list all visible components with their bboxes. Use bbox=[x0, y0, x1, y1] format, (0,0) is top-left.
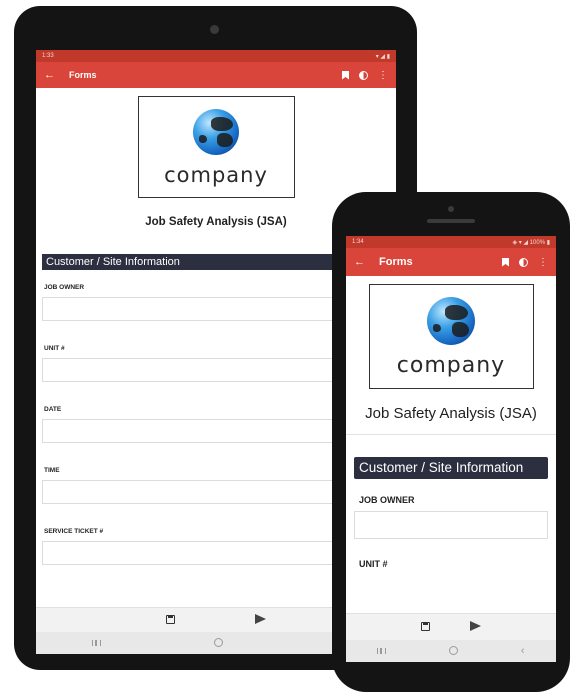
bookmark-icon[interactable] bbox=[342, 70, 349, 80]
job-owner-input[interactable] bbox=[354, 511, 548, 539]
company-logo: company bbox=[137, 96, 295, 198]
logo-text: company bbox=[396, 353, 506, 378]
bottom-action-bar bbox=[346, 613, 556, 640]
status-bar: 1:33 ▾ ◢ ▮ bbox=[36, 50, 396, 62]
divider bbox=[346, 434, 556, 435]
app-title: Forms bbox=[69, 70, 97, 80]
globe-icon bbox=[427, 297, 475, 345]
form-title: Job Safety Analysis (JSA) bbox=[365, 405, 537, 422]
app-bar: ← Forms ⋮ bbox=[346, 248, 556, 276]
status-bar: 1:34 ◈ ▾ ◢ 100% ▮ bbox=[346, 236, 556, 248]
field-label: JOB OWNER bbox=[359, 495, 415, 505]
system-nav-bar: ‹ bbox=[346, 640, 556, 662]
more-vert-icon[interactable]: ⋮ bbox=[538, 257, 548, 268]
status-time: 1:34 bbox=[352, 239, 364, 245]
more-vert-icon[interactable]: ⋮ bbox=[378, 70, 388, 81]
phone-speaker bbox=[427, 219, 475, 223]
tablet-camera bbox=[210, 25, 219, 34]
app-bar: ← Forms ⋮ bbox=[36, 62, 396, 88]
bookmark-icon[interactable] bbox=[502, 257, 509, 267]
arrow-back-icon[interactable]: ← bbox=[354, 256, 365, 268]
contrast-icon[interactable] bbox=[359, 70, 368, 80]
field-unit: UNIT # bbox=[346, 559, 556, 569]
nav-back-icon[interactable]: ‹ bbox=[521, 645, 525, 657]
home-icon[interactable] bbox=[214, 637, 224, 649]
phone-device: 1:34 ◈ ▾ ◢ 100% ▮ ← Forms ⋮ company Job … bbox=[332, 192, 570, 692]
status-time: 1:33 bbox=[42, 53, 54, 59]
logo-text: company bbox=[164, 163, 268, 187]
save-icon[interactable] bbox=[421, 618, 430, 636]
company-logo: company bbox=[368, 284, 534, 389]
app-title: Forms bbox=[379, 256, 413, 268]
send-icon[interactable] bbox=[255, 611, 266, 629]
home-icon[interactable] bbox=[449, 645, 459, 657]
field-label: UNIT # bbox=[359, 559, 388, 569]
arrow-back-icon[interactable]: ← bbox=[44, 69, 55, 81]
send-icon[interactable] bbox=[470, 618, 481, 636]
phone-camera bbox=[448, 206, 454, 212]
save-icon[interactable] bbox=[166, 611, 175, 629]
phone-screen: 1:34 ◈ ▾ ◢ 100% ▮ ← Forms ⋮ company Job … bbox=[346, 236, 556, 662]
field-job-owner: JOB OWNER bbox=[346, 495, 556, 539]
recent-apps-icon[interactable] bbox=[377, 646, 387, 656]
section-header: Customer / Site Information bbox=[354, 457, 548, 479]
status-icons: ▾ ◢ ▮ bbox=[375, 53, 390, 60]
contrast-icon[interactable] bbox=[519, 257, 528, 267]
recent-apps-icon[interactable] bbox=[92, 638, 102, 648]
status-icons: ◈ ▾ ◢ 100% ▮ bbox=[512, 239, 550, 246]
globe-icon bbox=[193, 109, 239, 155]
